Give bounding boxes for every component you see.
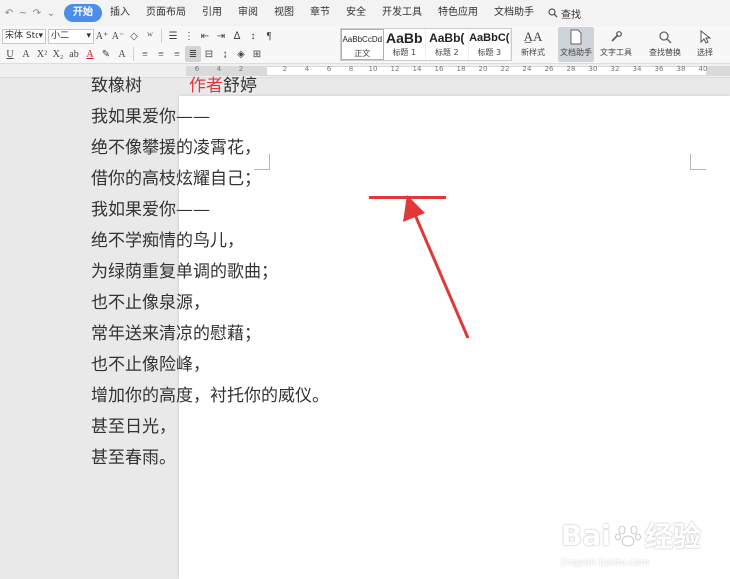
annotation-arrow: [403, 195, 470, 339]
watermark-logo: Bai 经验: [561, 515, 721, 555]
watermark-url: jingyan.baidu.com: [561, 558, 650, 568]
paw-icon: [614, 525, 641, 547]
watermark-brand: Bai: [561, 518, 611, 552]
watermark-brand-tail: 经验: [644, 520, 701, 553]
watermark: Bai 经验 jingyan.baidu.com: [561, 515, 721, 575]
